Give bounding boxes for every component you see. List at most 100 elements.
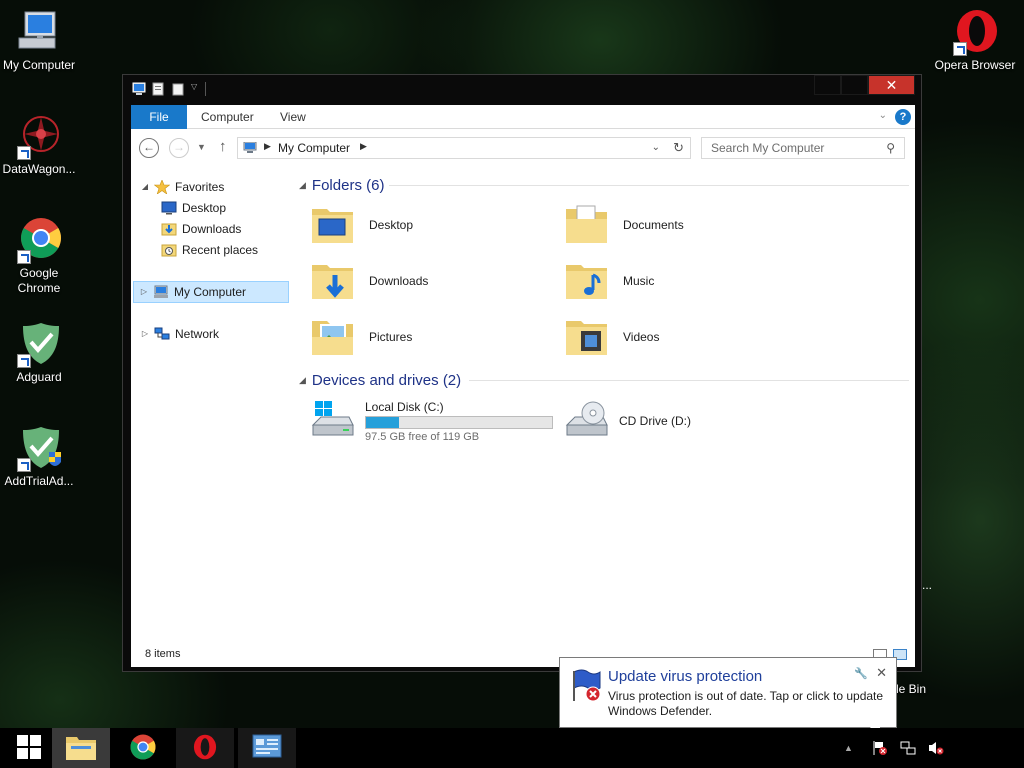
search-icon[interactable]: ⚲ <box>886 141 895 155</box>
start-icon <box>16 734 42 763</box>
search-box[interactable]: ⚲ <box>701 137 905 159</box>
folder-desktop-icon <box>309 201 357 249</box>
folder-downloads[interactable]: Downloads <box>297 255 547 307</box>
notification-close-icon[interactable]: ✕ <box>876 665 887 681</box>
folder-downloads-icon <box>309 257 357 305</box>
tab-computer[interactable]: Computer <box>201 105 254 129</box>
close-button[interactable]: ✕ <box>868 75 915 95</box>
folder-desktop[interactable]: Desktop <box>297 199 547 251</box>
group-folders[interactable]: ◢ Folders (6) <box>299 175 909 195</box>
folder-videos-icon <box>563 313 611 361</box>
desktop-icon-addtrial[interactable]: AddTrialAd... <box>0 424 80 489</box>
drive-local-disk-c[interactable]: Local Disk (C:) 97.5 GB free of 119 GB <box>297 395 553 447</box>
taskbar-file-explorer[interactable] <box>52 728 110 768</box>
drive-usage-bar <box>365 415 553 429</box>
window-computer-icon[interactable] <box>131 82 146 96</box>
qat-dropdown-icon[interactable]: ▽ <box>191 82 199 96</box>
system-tray: ▲ <box>844 728 944 768</box>
start-button[interactable] <box>0 728 58 768</box>
folder-music[interactable]: Music <box>551 255 801 307</box>
tab-file[interactable]: File <box>131 105 187 129</box>
nav-desktop-label: Desktop <box>182 201 227 215</box>
collapse-arrow-icon[interactable]: ▷ <box>141 324 149 344</box>
minimize-button[interactable] <box>814 75 841 95</box>
breadcrumb-separator-icon[interactable]: ▶ <box>264 141 271 152</box>
group-divider <box>469 380 909 381</box>
desktop-partial-label: ... <box>922 578 933 592</box>
address-bar[interactable]: ▶ My Computer ▶ ⌄ ↻ <box>237 137 691 159</box>
group-devices-title: Devices and drives (2) <box>311 371 462 389</box>
taskbar-control-panel[interactable] <box>238 728 296 768</box>
taskbar-opera[interactable] <box>176 728 234 768</box>
maximize-button[interactable] <box>841 75 868 95</box>
search-input[interactable] <box>702 138 872 158</box>
drive-name: Local Disk (C:) <box>365 399 444 414</box>
breadcrumb-chevron-icon[interactable]: ▶ <box>360 141 367 152</box>
nav-recent-places[interactable]: Recent places <box>161 240 258 260</box>
nav-favorites[interactable]: ◢ Favorites <box>141 177 224 197</box>
hard-drive-icon <box>309 401 357 441</box>
title-bar[interactable]: ▽ ✕ <box>123 75 921 105</box>
breadcrumb-my-computer[interactable]: My Computer <box>278 141 350 155</box>
defender-notification[interactable]: Update virus protection Virus protection… <box>559 657 897 728</box>
content-area: ◢ Favorites Desktop Downloads Recent pla… <box>131 167 915 643</box>
nav-favorites-label: Favorites <box>175 180 225 194</box>
network-icon <box>154 327 170 341</box>
nav-desktop[interactable]: Desktop <box>161 198 226 218</box>
shortcut-arrow-icon <box>17 146 31 160</box>
folder-videos[interactable]: Videos <box>551 311 801 363</box>
group-collapse-icon[interactable]: ◢ <box>299 180 306 191</box>
network-tray-icon[interactable] <box>900 740 916 756</box>
help-icon[interactable]: ? <box>895 109 911 125</box>
group-collapse-icon[interactable]: ◢ <box>299 375 306 386</box>
recent-places-icon <box>161 243 177 257</box>
drive-cd-d[interactable]: CD Drive (D:) <box>551 395 691 447</box>
collapse-arrow-icon[interactable]: ▷ <box>140 282 148 302</box>
folder-name: Pictures <box>369 330 413 344</box>
group-devices[interactable]: ◢ Devices and drives (2) <box>299 370 909 390</box>
folder-music-icon <box>563 257 611 305</box>
ribbon-expand-icon[interactable]: ⌄ <box>879 110 887 121</box>
new-folder-icon[interactable] <box>171 82 185 96</box>
address-dropdown-icon[interactable]: ⌄ <box>652 142 660 153</box>
desktop-icon-datawagon[interactable]: DataWagon... <box>0 112 80 177</box>
nav-my-computer[interactable]: ▷ My Computer <box>133 281 289 303</box>
quick-access-toolbar: ▽ <box>131 82 207 96</box>
nav-downloads[interactable]: Downloads <box>161 219 241 239</box>
datawagon-icon <box>15 112 63 160</box>
up-button[interactable]: ↑ <box>219 138 227 155</box>
desktop-icon-label: Adguard <box>16 370 62 384</box>
downloads-icon <box>161 222 177 236</box>
desktop-icon-opera[interactable]: Opera Browser <box>934 8 1016 73</box>
recent-locations-chevron-icon[interactable]: ▼ <box>197 142 206 152</box>
folder-name: Music <box>623 274 655 288</box>
forward-button[interactable]: → <box>169 138 189 158</box>
expand-arrow-icon[interactable]: ◢ <box>141 177 149 197</box>
action-center-flag-icon[interactable] <box>872 740 888 756</box>
star-icon <box>153 179 171 195</box>
desktop-icon-my-computer[interactable]: My Computer <box>0 8 80 73</box>
back-button[interactable]: ← <box>139 138 159 158</box>
explorer-window[interactable]: ▽ ✕ File Computer View ⌄ ? ← → ▼ ↑ ▶ My … <box>122 74 922 672</box>
folder-documents[interactable]: Documents <box>551 199 801 251</box>
refresh-icon[interactable]: ↻ <box>673 140 684 156</box>
desktop-icon-adguard[interactable]: Adguard <box>0 320 80 385</box>
taskbar-chrome[interactable] <box>114 728 172 768</box>
window-controls: ✕ <box>814 75 915 95</box>
group-divider <box>389 185 909 186</box>
tab-view[interactable]: View <box>280 105 306 129</box>
warning-flag-icon <box>570 668 604 702</box>
folder-documents-icon <box>563 201 611 249</box>
folder-pictures-icon <box>309 313 357 361</box>
notification-settings-icon[interactable]: 🔧 <box>854 667 868 680</box>
properties-icon[interactable] <box>151 82 165 96</box>
nav-network[interactable]: ▷ Network <box>141 324 219 344</box>
volume-muted-icon[interactable] <box>928 740 944 756</box>
chrome-icon <box>15 216 63 264</box>
navigation-bar: ← → ▼ ↑ ▶ My Computer ▶ ⌄ ↻ ⚲ <box>131 129 915 167</box>
address-computer-icon <box>243 141 257 154</box>
desktop-recycle-bin-label[interactable]: le Bin <box>896 682 926 696</box>
folder-pictures[interactable]: Pictures <box>297 311 547 363</box>
show-hidden-icons-chevron-icon[interactable]: ▲ <box>844 740 860 756</box>
desktop-icon-chrome[interactable]: Google Chrome <box>0 216 80 296</box>
